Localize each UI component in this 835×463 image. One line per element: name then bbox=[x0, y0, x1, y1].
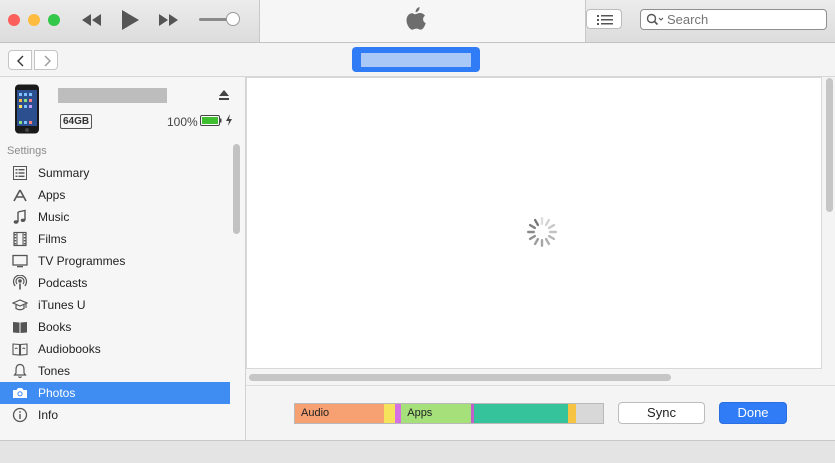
graduation-cap-icon bbox=[11, 297, 29, 313]
zoom-window-button[interactable] bbox=[48, 14, 60, 26]
app-store-icon bbox=[12, 187, 28, 203]
podcast-icon bbox=[12, 274, 28, 291]
list-icon bbox=[597, 15, 613, 25]
settings-section-header: Settings bbox=[7, 145, 47, 157]
sidebar-item-tv-programmes[interactable]: TV Programmes bbox=[0, 250, 230, 272]
content-horizontal-scrollbar[interactable] bbox=[249, 374, 671, 381]
close-window-button[interactable] bbox=[8, 14, 20, 26]
sidebar-item-label: Summary bbox=[38, 166, 90, 180]
storage-segment-audio: Audio bbox=[295, 404, 385, 423]
sidebar-item-photos[interactable]: Photos bbox=[0, 382, 230, 404]
charging-bolt-icon bbox=[225, 114, 233, 126]
storage-segment-label: Audio bbox=[301, 407, 330, 419]
sidebar-item-label: Books bbox=[38, 320, 72, 334]
tv-icon bbox=[12, 253, 28, 269]
redacted-device-name bbox=[361, 53, 471, 67]
minimize-window-button[interactable] bbox=[28, 14, 40, 26]
storage-segment bbox=[568, 404, 576, 423]
apple-logo-icon bbox=[406, 7, 426, 30]
book-icon bbox=[12, 319, 28, 335]
sidebar-item-label: iTunes U bbox=[38, 298, 86, 312]
sidebar-item-label: Info bbox=[38, 408, 59, 422]
music-note-icon bbox=[12, 209, 28, 225]
volume-knob[interactable] bbox=[226, 12, 240, 26]
info-icon bbox=[12, 407, 28, 423]
rewind-button[interactable] bbox=[80, 11, 104, 29]
eject-icon bbox=[219, 90, 229, 100]
status-bar bbox=[0, 440, 835, 463]
redacted-device-name bbox=[58, 88, 167, 103]
sidebar-item-summary[interactable]: Summary bbox=[0, 162, 230, 184]
search-field[interactable] bbox=[640, 9, 827, 30]
iphone-icon bbox=[14, 84, 40, 134]
sidebar-item-itunes-u[interactable]: iTunes U bbox=[0, 294, 230, 316]
sidebar-item-label: Music bbox=[38, 210, 70, 224]
volume-slider[interactable] bbox=[199, 12, 240, 26]
rewind-icon bbox=[82, 14, 101, 26]
sidebar-item-label: Audiobooks bbox=[38, 342, 101, 356]
play-button[interactable] bbox=[119, 8, 141, 32]
footer-divider bbox=[246, 385, 835, 386]
bell-icon bbox=[12, 363, 28, 379]
sidebar-item-label: Photos bbox=[38, 386, 76, 400]
storage-capacity-bar: Audio Apps bbox=[294, 403, 604, 424]
sidebar-item-books[interactable]: Books bbox=[0, 316, 230, 338]
done-button[interactable]: Done bbox=[719, 402, 787, 424]
sidebar-item-label: Apps bbox=[38, 188, 66, 202]
content-vertical-scrollbar[interactable] bbox=[826, 78, 833, 212]
sidebar-item-podcasts[interactable]: Podcasts bbox=[0, 272, 230, 294]
back-button[interactable] bbox=[8, 50, 32, 70]
storage-segment bbox=[474, 404, 569, 423]
storage-segment-label: Apps bbox=[407, 407, 433, 419]
sidebar-item-label: Tones bbox=[38, 364, 71, 378]
loading-spinner-icon bbox=[527, 217, 557, 247]
sidebar-item-label: TV Programmes bbox=[38, 254, 126, 268]
fast-forward-button[interactable] bbox=[156, 11, 180, 29]
sync-button[interactable]: Sync bbox=[618, 402, 705, 424]
storage-segment bbox=[384, 404, 396, 423]
sidebar-item-films[interactable]: Films bbox=[0, 228, 230, 250]
list-icon bbox=[12, 165, 28, 181]
fast-forward-icon bbox=[159, 14, 178, 26]
sidebar-item-label: Podcasts bbox=[38, 276, 88, 290]
battery-percent: 100% bbox=[167, 115, 198, 129]
sidebar-item-apps[interactable]: Apps bbox=[0, 184, 230, 206]
sidebar-item-tones[interactable]: Tones bbox=[0, 360, 230, 382]
capacity-badge: 64GB bbox=[60, 114, 93, 129]
search-input[interactable] bbox=[667, 12, 817, 27]
status-display bbox=[260, 0, 585, 42]
forward-button[interactable] bbox=[34, 50, 58, 70]
camera-icon bbox=[12, 385, 28, 401]
list-view-button[interactable] bbox=[586, 9, 622, 29]
film-icon bbox=[12, 231, 28, 247]
device-button[interactable] bbox=[352, 47, 480, 72]
eject-button[interactable] bbox=[217, 88, 231, 102]
sidebar-item-info[interactable]: Info bbox=[0, 404, 230, 426]
photos-content-pane bbox=[246, 77, 822, 369]
chevron-left-icon bbox=[17, 55, 24, 67]
play-icon bbox=[122, 10, 139, 30]
sidebar-item-audiobooks[interactable]: Audiobooks bbox=[0, 338, 230, 360]
storage-segment-apps: Apps bbox=[401, 404, 471, 423]
battery-icon bbox=[200, 115, 222, 126]
search-icon bbox=[646, 13, 664, 26]
chevron-right-icon bbox=[44, 55, 51, 67]
sidebar-list: Summary Apps Music Films TV Programmes Podcas… bbox=[0, 162, 230, 426]
sidebar-item-music[interactable]: Music bbox=[0, 206, 230, 228]
sidebar-scrollbar[interactable] bbox=[233, 144, 240, 234]
audiobook-icon bbox=[12, 341, 28, 357]
storage-segment bbox=[575, 404, 603, 423]
sidebar-item-label: Films bbox=[38, 232, 67, 246]
